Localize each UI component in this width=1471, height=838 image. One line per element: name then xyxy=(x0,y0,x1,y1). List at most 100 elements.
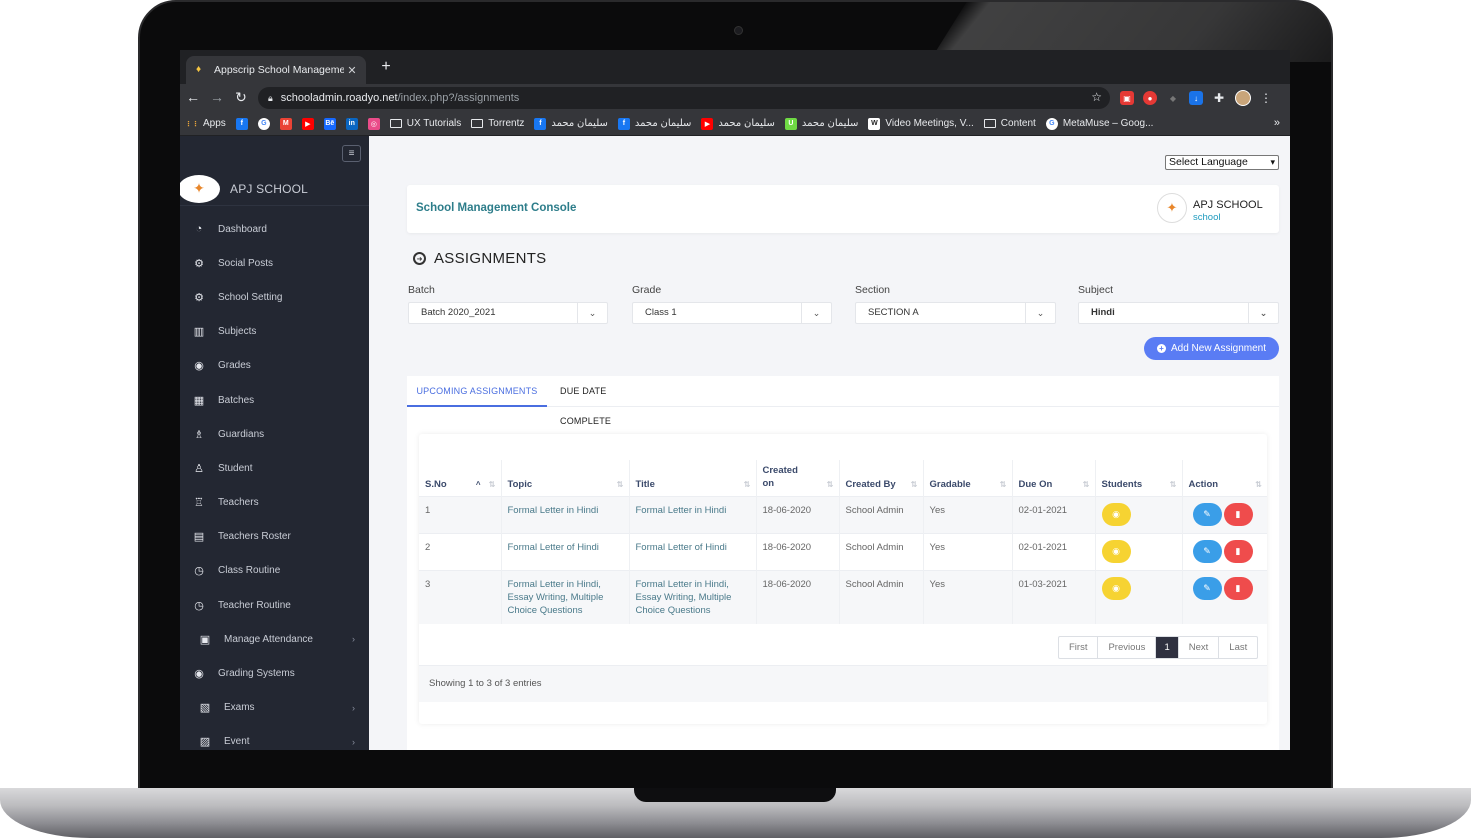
batch-select[interactable]: Batch 2020_2021 ⌄ xyxy=(408,302,608,324)
sidebar-item-student[interactable]: ♙ Student xyxy=(180,451,369,485)
bookmark-item[interactable]: f سليمان محمد xyxy=(534,117,608,130)
cell-topic[interactable]: Formal Letter in Hindi, Essay Writing, M… xyxy=(500,569,629,624)
language-select-value: Select Language xyxy=(1169,156,1248,168)
back-arrow-icon[interactable]: ← xyxy=(184,89,202,105)
bookmark-item[interactable]: Content xyxy=(983,118,1036,129)
bookmark-item[interactable]: W Video Meetings, V... xyxy=(868,117,974,130)
view-students-button[interactable]: ◉ xyxy=(1101,576,1131,600)
section-select[interactable]: SECTION A ⌄ xyxy=(855,302,1056,324)
sidebar-item-grades[interactable]: ◉ Grades xyxy=(180,349,369,383)
sidebar-item-grading-systems[interactable]: ◉ Grading Systems xyxy=(180,656,369,690)
chevron-down-icon: ⌄ xyxy=(1248,303,1278,323)
sidebar-item-class-routine[interactable]: ◷ Class Routine xyxy=(180,554,369,588)
extension-download-icon[interactable]: ↓ xyxy=(1189,91,1203,105)
column-header-action[interactable]: Action ⇅ xyxy=(1181,460,1267,496)
cell-topic[interactable]: Formal Letter of Hindi xyxy=(500,532,629,570)
cell-topic[interactable]: Formal Letter in Hindi xyxy=(500,495,629,533)
column-header-sno[interactable]: S.No ^ ⇅ xyxy=(419,460,501,496)
cell-title[interactable]: Formal Letter in Hindi xyxy=(628,495,756,533)
delete-button[interactable]: ▮ xyxy=(1223,502,1253,526)
bookmark-item[interactable]: U سليمان محمد xyxy=(784,117,858,130)
tab-due-date-complete[interactable]: DUE DATE COMPLETE xyxy=(560,376,660,426)
bookmark-item[interactable]: G xyxy=(257,117,270,130)
tab-upcoming-assignments[interactable]: UPCOMING ASSIGNMENTS xyxy=(407,376,547,407)
bookmark-item[interactable]: M xyxy=(279,117,292,130)
column-header-topic[interactable]: Topic ⇅ xyxy=(500,460,629,496)
page-title: ASSIGNMENTS xyxy=(434,250,547,267)
address-bar[interactable]: 🔒︎ schooladmin.roadyo.net/index.php?/ass… xyxy=(258,87,1110,109)
extension-record-icon[interactable]: ● xyxy=(1143,91,1157,105)
sidebar-item-teachers[interactable]: ♖ Teachers xyxy=(180,486,369,520)
bookmark-item[interactable]: Bē xyxy=(323,117,336,130)
column-header-gradable[interactable]: Gradable ⇅ xyxy=(922,460,1012,496)
view-students-button[interactable]: ◉ xyxy=(1101,539,1131,563)
add-new-assignment-button[interactable]: + Add New Assignment xyxy=(1144,337,1279,360)
profile-avatar[interactable] xyxy=(1235,90,1251,106)
sidebar-item-dashboard[interactable]: ◔ Dashboard xyxy=(180,212,369,246)
close-tab-icon[interactable]: ✕ xyxy=(344,64,360,77)
school-logo-icon: ✦ xyxy=(1157,193,1187,223)
bookmark-item[interactable]: ▶ xyxy=(301,117,314,130)
bookmark-item[interactable]: in xyxy=(345,117,358,130)
edit-icon: ✎ xyxy=(1203,582,1211,593)
cell-title[interactable]: Formal Letter of Hindi xyxy=(628,532,756,570)
cell-title[interactable]: Formal Letter in Hindi, Essay Writing, M… xyxy=(628,569,756,624)
table-footer xyxy=(419,666,1267,702)
column-header-title[interactable]: Title ⇅ xyxy=(628,460,756,496)
column-header-due-on[interactable]: Due On ⇅ xyxy=(1011,460,1095,496)
language-select[interactable]: Select Language ▾ xyxy=(1165,155,1279,170)
bookmark-item[interactable]: G MetaMuse – Goog... xyxy=(1045,117,1153,130)
bookmark-item[interactable]: ⋮⋮ Apps xyxy=(185,118,226,130)
sidebar-item-manage-attendance[interactable]: ▣ Manage Attendance › xyxy=(180,622,369,656)
select-value: Class 1 xyxy=(645,307,677,318)
pagination-previous[interactable]: Previous xyxy=(1097,637,1155,658)
sidebar-item-label: Subjects xyxy=(218,326,257,338)
bookmarks-more-icon[interactable]: » xyxy=(1274,117,1280,129)
forward-arrow-icon[interactable]: → xyxy=(208,89,226,105)
column-header-created-on[interactable]: Created on ⇅ xyxy=(755,460,839,496)
pagination-last[interactable]: Last xyxy=(1218,637,1257,658)
sidebar-brand[interactable]: ✦ APJ SCHOOL xyxy=(180,172,369,206)
sidebar-item-social-posts[interactable]: ⚙ Social Posts xyxy=(180,246,369,280)
bookmark-star-icon[interactable]: ☆ xyxy=(1091,90,1102,104)
pagination-next[interactable]: Next xyxy=(1177,637,1219,658)
extension-gray-icon[interactable]: ◆ xyxy=(1166,91,1180,105)
subject-select[interactable]: Hindi ⌄ xyxy=(1078,302,1279,324)
sidebar-item-school-setting[interactable]: ⚙ School Setting xyxy=(180,280,369,314)
bookmark-item[interactable]: Torrentz xyxy=(471,118,524,129)
hamburger-menu-icon[interactable]: ≡ xyxy=(342,145,361,162)
delete-button[interactable]: ▮ xyxy=(1223,576,1253,600)
delete-button[interactable]: ▮ xyxy=(1223,539,1253,563)
edit-button[interactable]: ✎ xyxy=(1192,576,1222,600)
sidebar-item-subjects[interactable]: ▥ Subjects xyxy=(180,315,369,349)
cell-sno: 2 xyxy=(419,532,501,570)
sidebar-item-batches[interactable]: ▦ Batches xyxy=(180,383,369,417)
sidebar-item-teacher-routine[interactable]: ◷ Teacher Routine xyxy=(180,588,369,622)
sidebar-item-exams[interactable]: ▧ Exams › xyxy=(180,691,369,725)
bookmark-item[interactable]: ▶ سليمان محمد xyxy=(701,117,775,130)
column-label: Students xyxy=(1101,478,1143,490)
more-menu-icon[interactable]: ⋮ xyxy=(1260,91,1272,105)
new-tab-button[interactable]: + xyxy=(376,58,396,76)
sidebar-item-guardians[interactable]: ♗ Guardians xyxy=(180,417,369,451)
bookmark-item[interactable]: UX Tutorials xyxy=(389,118,461,129)
reload-icon[interactable]: ↻ xyxy=(232,89,250,106)
column-header-students[interactable]: Students ⇅ xyxy=(1094,460,1182,496)
bookmark-item[interactable]: f سليمان محمد xyxy=(617,117,691,130)
column-header-created-by[interactable]: Created By ⇅ xyxy=(838,460,923,496)
browser-tab[interactable]: ♦ Appscrip School Management ✕ xyxy=(186,56,366,84)
pagination-current-page[interactable]: 1 xyxy=(1155,637,1178,658)
assignments-table: S.No ^ ⇅ Topic ⇅ Title ⇅ Created on ⇅ Created… xyxy=(419,460,1267,624)
pagination-first[interactable]: First xyxy=(1059,637,1097,658)
edit-button[interactable]: ✎ xyxy=(1192,502,1222,526)
bookmark-item[interactable]: ◎ xyxy=(367,117,380,130)
sidebar-item-event[interactable]: ▨ Event › xyxy=(180,725,369,750)
puzzle-icon[interactable]: ✚ xyxy=(1212,91,1226,105)
grade-select[interactable]: Class 1 ⌄ xyxy=(632,302,832,324)
view-students-button[interactable]: ◉ xyxy=(1101,502,1131,526)
bookmark-item[interactable]: f xyxy=(235,117,248,130)
chevron-right-icon: › xyxy=(352,634,355,645)
edit-button[interactable]: ✎ xyxy=(1192,539,1222,563)
extension-red-icon[interactable]: ▣ xyxy=(1120,91,1134,105)
sidebar-item-teachers-roster[interactable]: ▤ Teachers Roster xyxy=(180,520,369,554)
